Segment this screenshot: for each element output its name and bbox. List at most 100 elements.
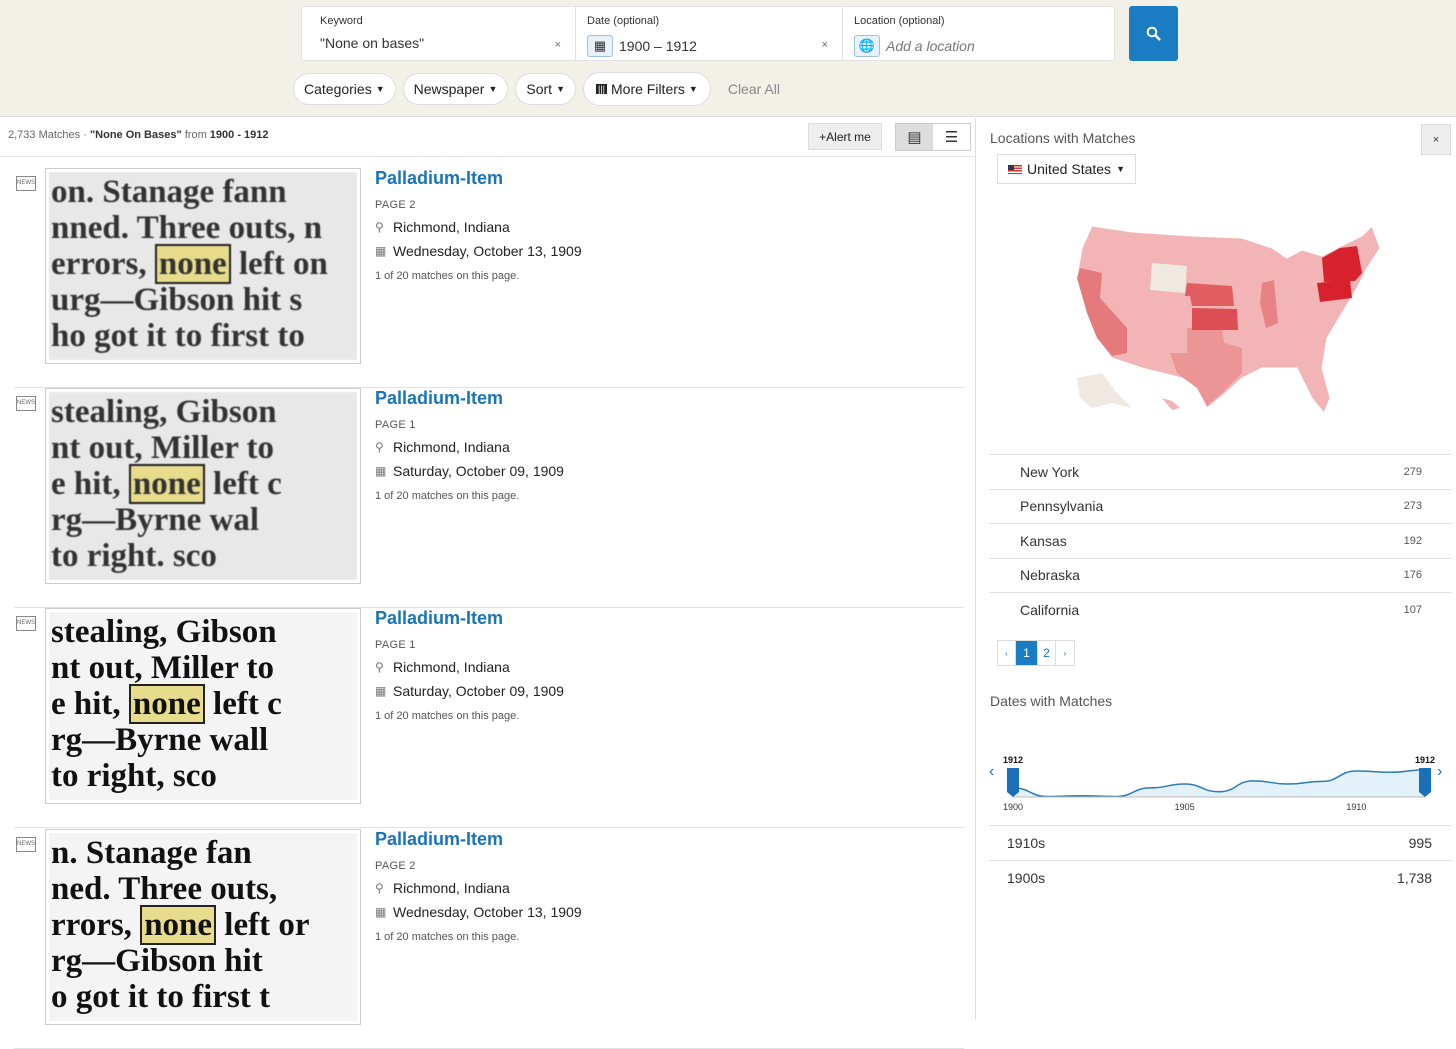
result-thumbnail[interactable]: n. Stanage fan ned. Three outs, rrors, no… bbox=[45, 829, 361, 1025]
page-1-button[interactable]: 1 bbox=[1016, 641, 1038, 665]
result-page: PAGE 1 bbox=[375, 639, 416, 651]
location-input[interactable]: Add a location bbox=[886, 38, 975, 54]
decade-row[interactable]: 1910s 995 bbox=[989, 825, 1452, 860]
caret-down-icon: ▼ bbox=[1116, 164, 1125, 174]
result-title-link[interactable]: Palladium-Item bbox=[375, 829, 582, 850]
location-row[interactable]: California 107 bbox=[989, 592, 1452, 627]
timeline-tick-label: 1910 bbox=[1346, 802, 1366, 812]
date-timeline[interactable]: 1900 1905 1910 1912 1912 ‹ › bbox=[985, 748, 1455, 820]
categories-dropdown[interactable]: Categories ▼ bbox=[293, 73, 396, 105]
us-choropleth-map[interactable] bbox=[1072, 218, 1392, 418]
clear-keyword-icon[interactable]: × bbox=[555, 39, 561, 51]
location-name: California bbox=[1020, 601, 1080, 618]
decade-row[interactable]: 1900s 1,738 bbox=[989, 860, 1452, 895]
keyword-input[interactable]: "None on bases" bbox=[320, 35, 575, 51]
list-with-thumbnails-view-icon[interactable]: ▤ bbox=[896, 124, 933, 150]
caret-down-icon: ▼ bbox=[556, 84, 565, 94]
more-filters-label: More Filters bbox=[611, 81, 685, 97]
newspaper-icon: NEWS bbox=[16, 176, 36, 191]
search-button[interactable] bbox=[1129, 6, 1178, 61]
caret-down-icon: ▼ bbox=[375, 84, 385, 94]
result-match-count: 1 of 20 matches on this page. bbox=[375, 931, 520, 943]
location-row[interactable]: New York 279 bbox=[989, 454, 1452, 489]
result-thumbnail[interactable]: stealing, Gibson nt out, Miller to e hit,… bbox=[45, 388, 361, 584]
result-date: Wednesday, October 13, 1909 bbox=[393, 243, 582, 259]
calendar-icon: ▦ bbox=[375, 905, 387, 919]
result-title-link[interactable]: Palladium-Item bbox=[375, 168, 582, 189]
calendar-icon: ▦ bbox=[375, 684, 387, 698]
location-field[interactable]: Location (optional) 🌐 Add a location bbox=[843, 7, 1114, 60]
compact-list-view-icon[interactable]: ☰ bbox=[933, 124, 970, 150]
page-2-button[interactable]: 2 bbox=[1038, 641, 1056, 665]
date-field[interactable]: Date (optional) ▦ 1900 – 1912 × bbox=[576, 7, 843, 60]
country-dropdown[interactable]: United States ▼ bbox=[997, 154, 1136, 184]
result-location: Richmond, Indiana bbox=[393, 219, 510, 235]
more-filters-dropdown[interactable]: ||| More Filters ▼ bbox=[582, 72, 711, 106]
locations-heading: Locations with Matches bbox=[990, 130, 1136, 146]
map-pin-icon: ⚲ bbox=[375, 660, 384, 674]
location-count: 192 bbox=[1403, 534, 1422, 547]
location-row[interactable]: Pennsylvania 273 bbox=[989, 488, 1452, 524]
results-summary: 2,733 Matches · "None On Bases" from 190… bbox=[8, 129, 269, 141]
location-label: Location (optional) bbox=[854, 15, 945, 27]
chevron-right-icon[interactable]: › bbox=[1437, 763, 1442, 780]
result-match-count: 1 of 20 matches on this page. bbox=[375, 270, 520, 282]
next-page-button[interactable]: › bbox=[1056, 641, 1074, 665]
map-state-kansas bbox=[1192, 308, 1238, 330]
map-alaska bbox=[1077, 373, 1132, 408]
sort-dropdown[interactable]: Sort ▼ bbox=[515, 73, 576, 105]
result-thumbnail[interactable]: on. Stanage fann nned. Three outs, n erro… bbox=[45, 168, 361, 364]
calendar-icon[interactable]: ▦ bbox=[587, 35, 613, 57]
result-item[interactable]: NEWS n. Stanage fan ned. Three outs, rror… bbox=[14, 829, 964, 1049]
caret-down-icon: ▼ bbox=[488, 84, 498, 94]
caret-down-icon: ▼ bbox=[688, 84, 698, 94]
clear-date-icon[interactable]: × bbox=[822, 39, 828, 51]
location-count: 107 bbox=[1403, 603, 1422, 616]
clear-all-link[interactable]: Clear All bbox=[728, 81, 780, 97]
result-title-link[interactable]: Palladium-Item bbox=[375, 388, 564, 409]
map-pin-icon: ⚲ bbox=[375, 440, 384, 454]
newspaper-dropdown[interactable]: Newspaper ▼ bbox=[402, 73, 509, 105]
result-item[interactable]: NEWS stealing, Gibson nt out, Miller to e… bbox=[14, 388, 964, 608]
timeline-handle-label: 1912 bbox=[1415, 755, 1435, 765]
result-date: Saturday, October 09, 1909 bbox=[393, 683, 564, 699]
result-match-count: 1 of 20 matches on this page. bbox=[375, 710, 520, 722]
map-state-wyoming bbox=[1150, 263, 1187, 293]
chevron-left-icon[interactable]: ‹ bbox=[989, 763, 994, 780]
close-sidebar-button[interactable]: × bbox=[1421, 124, 1451, 155]
result-thumbnail[interactable]: stealing, Gibson nt out, Miller to e hit,… bbox=[45, 608, 361, 804]
sidebar: Locations with Matches × United States ▼ … bbox=[977, 118, 1456, 1019]
highlighted-match: none bbox=[140, 905, 217, 945]
locations-pagination: ‹ 1 2 › bbox=[997, 640, 1075, 666]
result-item[interactable]: NEWS on. Stanage fann nned. Three outs, n… bbox=[14, 168, 964, 388]
result-item[interactable]: NEWS stealing, Gibson nt out, Miller to e… bbox=[14, 608, 964, 828]
country-label: United States bbox=[1027, 161, 1112, 177]
map-state-new-york bbox=[1322, 246, 1362, 282]
date-input[interactable]: 1900 – 1912 bbox=[619, 38, 697, 54]
calendar-icon: ▦ bbox=[375, 464, 387, 478]
prev-page-button[interactable]: ‹ bbox=[998, 641, 1016, 665]
result-match-count: 1 of 20 matches on this page. bbox=[375, 490, 520, 502]
view-toggle: ▤ ☰ bbox=[895, 123, 971, 151]
timeline-range-handle[interactable] bbox=[1007, 768, 1019, 797]
globe-icon[interactable]: 🌐 bbox=[854, 35, 880, 57]
location-name: New York bbox=[1020, 463, 1080, 480]
categories-label: Categories bbox=[304, 81, 372, 97]
map-pin-icon: ⚲ bbox=[375, 881, 384, 895]
sort-label: Sort bbox=[526, 81, 553, 97]
keyword-field[interactable]: Keyword "None on bases" × bbox=[302, 7, 576, 60]
result-page: PAGE 2 bbox=[375, 199, 416, 211]
result-location: Richmond, Indiana bbox=[393, 659, 510, 675]
result-date: Wednesday, October 13, 1909 bbox=[393, 904, 582, 920]
timeline-range-handle[interactable] bbox=[1419, 768, 1431, 797]
search-icon bbox=[1146, 26, 1161, 41]
map-state-nebraska bbox=[1185, 283, 1234, 306]
alert-me-button[interactable]: +Alert me bbox=[808, 123, 882, 150]
result-title-link[interactable]: Palladium-Item bbox=[375, 608, 564, 629]
location-row[interactable]: Kansas 192 bbox=[989, 523, 1452, 558]
date-label: Date (optional) bbox=[587, 15, 660, 27]
location-row[interactable]: Nebraska 176 bbox=[989, 557, 1452, 593]
location-count: 273 bbox=[1403, 500, 1422, 513]
newspaper-icon: NEWS bbox=[16, 616, 36, 631]
map-pin-icon: ⚲ bbox=[375, 220, 384, 234]
